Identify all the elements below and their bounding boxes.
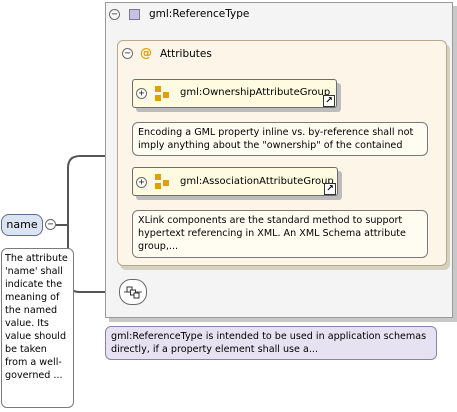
attribute-icon: @ xyxy=(140,46,152,60)
attribute-group-icon xyxy=(155,86,171,102)
type-doc: gml:ReferenceType is intended to be used… xyxy=(105,326,437,360)
sequence-icon xyxy=(124,286,142,299)
group-name: gml:OwnershipAttributeGroup xyxy=(180,87,331,98)
attributes-label: Attributes xyxy=(160,48,212,60)
group-doc-ownership: Encoding a GML property inline vs. by-re… xyxy=(132,122,428,156)
collapse-element-icon[interactable]: − xyxy=(45,219,56,230)
attribute-group-ownership[interactable]: + gml:OwnershipAttributeGroup ↗ xyxy=(132,79,337,108)
sequence-compositor[interactable] xyxy=(119,279,147,305)
attribute-group-icon xyxy=(155,174,171,190)
element-doc: The attribute 'name' shall indicate the … xyxy=(1,248,74,408)
expand-association-icon[interactable]: + xyxy=(136,177,147,188)
group-name: gml:AssociationAttributeGroup xyxy=(180,176,334,187)
link-icon[interactable]: ↗ xyxy=(324,183,336,195)
group-doc-association: XLink components are the standard method… xyxy=(132,210,428,258)
expand-ownership-icon[interactable]: + xyxy=(136,88,147,99)
link-icon[interactable]: ↗ xyxy=(323,95,335,107)
collapse-attributes-icon[interactable]: − xyxy=(122,48,133,59)
attribute-group-association[interactable]: + gml:AssociationAttributeGroup ↗ xyxy=(132,167,338,196)
element-name-box[interactable]: name xyxy=(1,214,43,236)
type-header: − gml:ReferenceType xyxy=(106,3,452,26)
complex-type-icon xyxy=(129,9,140,20)
collapse-type-icon[interactable]: − xyxy=(109,9,120,20)
type-name: gml:ReferenceType xyxy=(149,8,250,20)
